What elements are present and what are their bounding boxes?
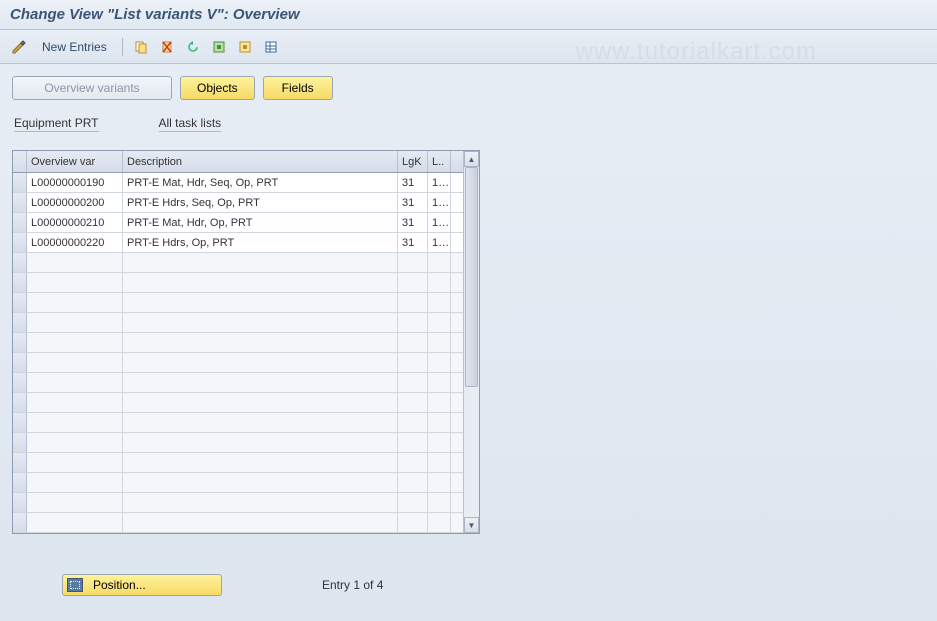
- cell-overview[interactable]: L00000000210: [27, 213, 123, 232]
- content-area: Overview variants Objects Fields Equipme…: [0, 64, 937, 608]
- cell-overview[interactable]: L00000000200: [27, 193, 123, 212]
- undo-icon[interactable]: [182, 36, 204, 58]
- toggle-change-icon[interactable]: [8, 36, 30, 58]
- new-entries-button[interactable]: New Entries: [34, 37, 115, 57]
- table-row-empty: [13, 513, 463, 533]
- cell-overview[interactable]: L00000000190: [27, 173, 123, 192]
- col-header-l[interactable]: L..: [428, 151, 451, 172]
- row-selector[interactable]: [13, 473, 27, 492]
- col-header-description[interactable]: Description: [123, 151, 398, 172]
- page-title: Change View "List variants V": Overview: [0, 0, 937, 30]
- table-row[interactable]: L00000000220PRT-E Hdrs, Op, PRT311…: [13, 233, 463, 253]
- cell-lgk[interactable]: 31: [398, 233, 428, 252]
- subscreen-tabs: Overview variants Objects Fields: [12, 76, 925, 100]
- separator: [122, 38, 123, 56]
- table-row-empty: [13, 333, 463, 353]
- table-header-row: Overview var Description LgK L..: [13, 151, 463, 173]
- row-selector[interactable]: [13, 213, 27, 232]
- cell-description[interactable]: PRT-E Mat, Hdr, Seq, Op, PRT: [123, 173, 398, 192]
- table-row-empty: [13, 373, 463, 393]
- cell-l[interactable]: 1…: [428, 213, 451, 232]
- variants-table: Overview var Description LgK L.. L000000…: [12, 150, 480, 534]
- position-label: Position...: [93, 578, 146, 592]
- footer: Position... Entry 1 of 4: [12, 574, 925, 596]
- delete-icon[interactable]: [156, 36, 178, 58]
- row-selector[interactable]: [13, 493, 27, 512]
- row-selector[interactable]: [13, 413, 27, 432]
- table-row-empty: [13, 493, 463, 513]
- scroll-up-icon[interactable]: ▲: [464, 151, 479, 167]
- row-selector[interactable]: [13, 273, 27, 292]
- position-icon: [67, 578, 83, 592]
- scroll-down-icon[interactable]: ▼: [464, 517, 479, 533]
- copy-icon[interactable]: [130, 36, 152, 58]
- row-selector[interactable]: [13, 433, 27, 452]
- filter-left: Equipment PRT: [14, 116, 99, 132]
- table-row-empty: [13, 273, 463, 293]
- row-selector[interactable]: [13, 193, 27, 212]
- row-selector[interactable]: [13, 233, 27, 252]
- table-row-empty: [13, 473, 463, 493]
- select-all-icon[interactable]: [208, 36, 230, 58]
- table-view-icon[interactable]: [260, 36, 282, 58]
- row-selector[interactable]: [13, 513, 27, 532]
- table-row[interactable]: L00000000200PRT-E Hdrs, Seq, Op, PRT311…: [13, 193, 463, 213]
- position-button[interactable]: Position...: [62, 574, 222, 596]
- row-selector[interactable]: [13, 313, 27, 332]
- scroll-track[interactable]: [464, 167, 479, 517]
- col-header-lgk[interactable]: LgK: [398, 151, 428, 172]
- cell-description[interactable]: PRT-E Hdrs, Op, PRT: [123, 233, 398, 252]
- row-selector[interactable]: [13, 173, 27, 192]
- row-selector[interactable]: [13, 373, 27, 392]
- row-selector[interactable]: [13, 293, 27, 312]
- tab-objects[interactable]: Objects: [180, 76, 255, 100]
- vertical-scrollbar[interactable]: ▲ ▼: [463, 151, 479, 533]
- cell-description[interactable]: PRT-E Mat, Hdr, Op, PRT: [123, 213, 398, 232]
- cell-l[interactable]: 1…: [428, 233, 451, 252]
- row-selector[interactable]: [13, 353, 27, 372]
- col-header-overview[interactable]: Overview var: [27, 151, 123, 172]
- table-row-empty: [13, 313, 463, 333]
- scroll-thumb[interactable]: [465, 167, 478, 387]
- tab-overview-variants[interactable]: Overview variants: [12, 76, 172, 100]
- filter-row: Equipment PRT All task lists: [12, 116, 925, 132]
- table-row-empty: [13, 353, 463, 373]
- cell-lgk[interactable]: 31: [398, 213, 428, 232]
- row-selector[interactable]: [13, 393, 27, 412]
- table-row-empty: [13, 413, 463, 433]
- cell-l[interactable]: 1…: [428, 173, 451, 192]
- cell-overview[interactable]: L00000000220: [27, 233, 123, 252]
- table-row[interactable]: L00000000210PRT-E Mat, Hdr, Op, PRT311…: [13, 213, 463, 233]
- cell-l[interactable]: 1…: [428, 193, 451, 212]
- toolbar: New Entries: [0, 30, 937, 64]
- table-row[interactable]: L00000000190PRT-E Mat, Hdr, Seq, Op, PRT…: [13, 173, 463, 193]
- filter-right: All task lists: [159, 116, 222, 132]
- entry-counter: Entry 1 of 4: [322, 578, 383, 592]
- table-row-empty: [13, 433, 463, 453]
- table-row-empty: [13, 293, 463, 313]
- table-row-empty: [13, 453, 463, 473]
- table-row-empty: [13, 393, 463, 413]
- row-selector[interactable]: [13, 253, 27, 272]
- row-selector[interactable]: [13, 333, 27, 352]
- cell-description[interactable]: PRT-E Hdrs, Seq, Op, PRT: [123, 193, 398, 212]
- row-selector[interactable]: [13, 453, 27, 472]
- tab-fields[interactable]: Fields: [263, 76, 333, 100]
- cell-lgk[interactable]: 31: [398, 193, 428, 212]
- deselect-all-icon[interactable]: [234, 36, 256, 58]
- select-all-handle[interactable]: [13, 151, 27, 172]
- cell-lgk[interactable]: 31: [398, 173, 428, 192]
- table-row-empty: [13, 253, 463, 273]
